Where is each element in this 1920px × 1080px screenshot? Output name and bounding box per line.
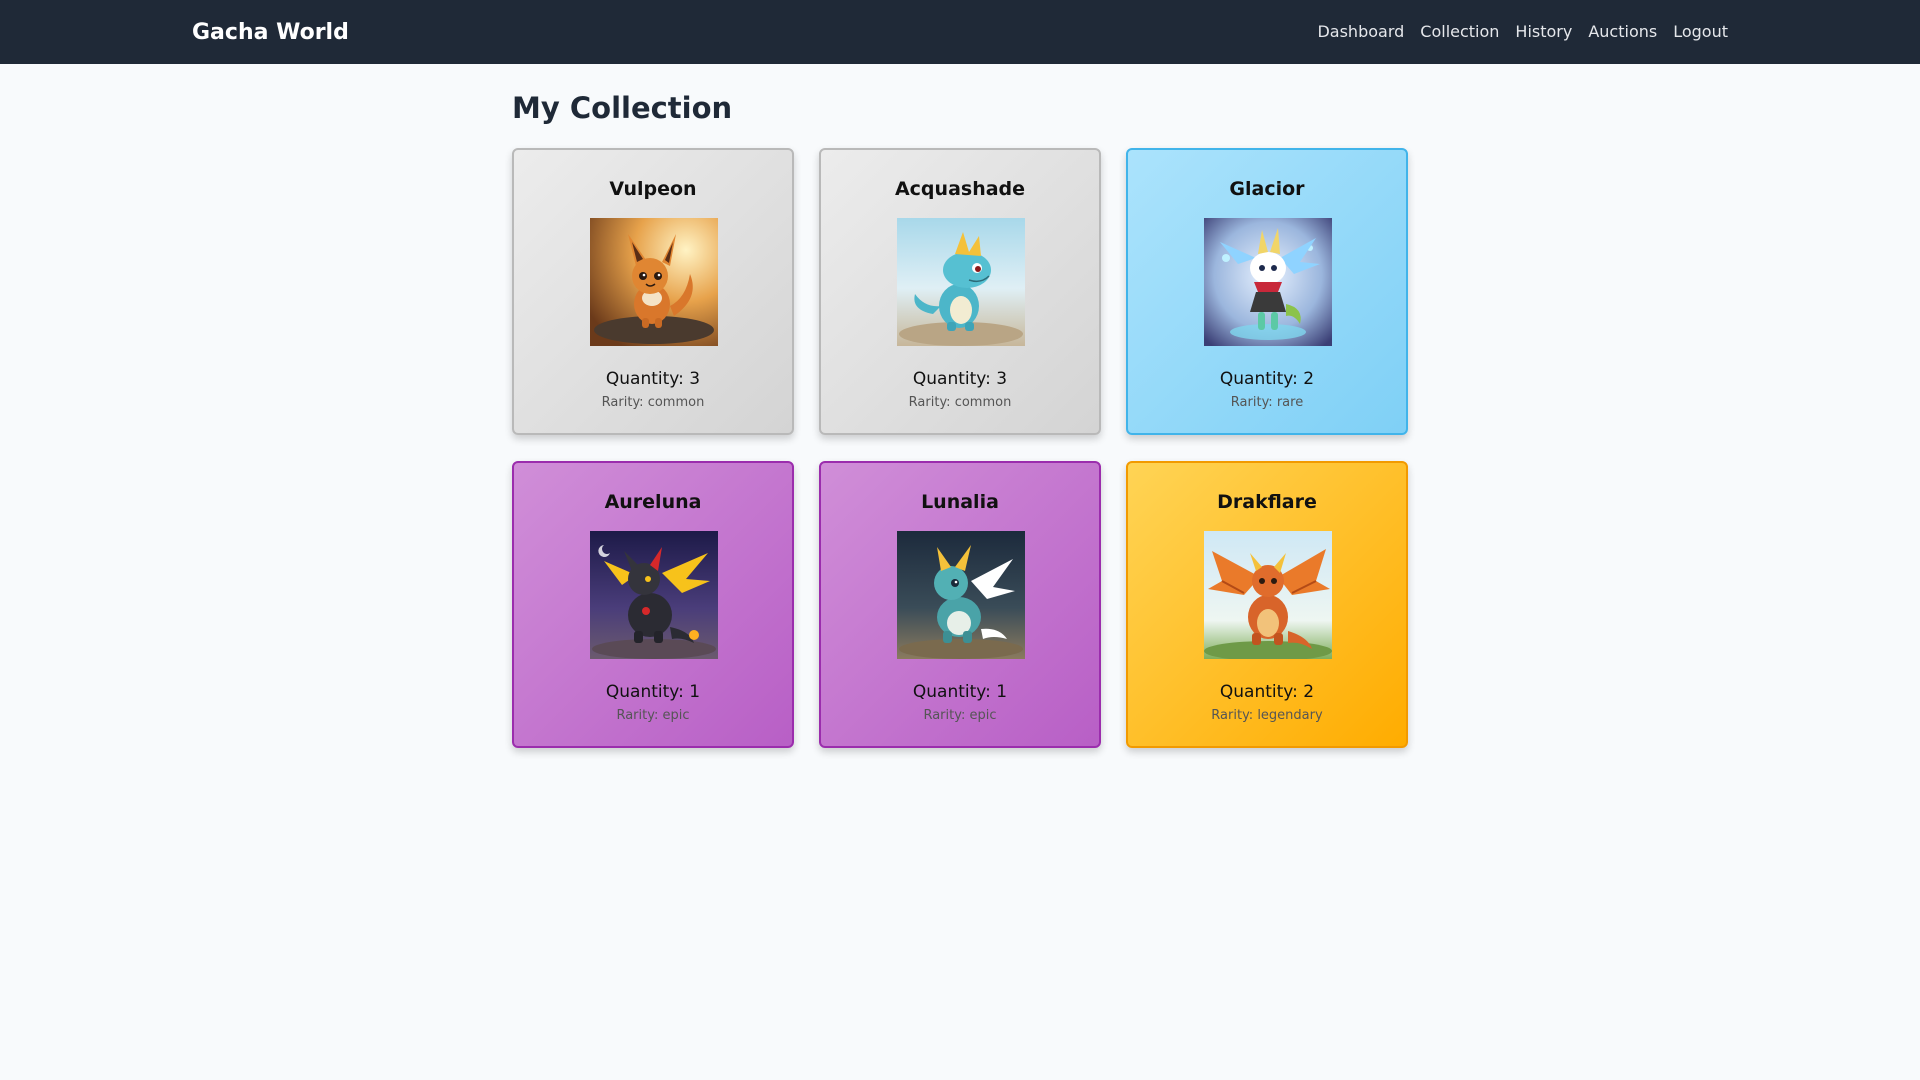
fire-dragon-creature-icon <box>1204 531 1332 659</box>
collection-card-glacior[interactable]: Glacior Quantity: 2 Rarity: rare <box>1126 148 1408 435</box>
card-quantity: Quantity: 1 <box>912 682 1008 702</box>
collection-card-vulpeon[interactable]: Vulpeon Quantity: 3 Rarity: common <box>512 148 794 435</box>
card-rarity: Rarity: common <box>908 395 1012 410</box>
card-rarity: Rarity: rare <box>1230 395 1304 410</box>
card-quantity: Quantity: 3 <box>912 369 1008 389</box>
nav-link-collection[interactable]: Collection <box>1420 20 1499 44</box>
card-rarity: Rarity: legendary <box>1211 708 1323 723</box>
ice-sprite-creature-icon <box>1204 218 1332 346</box>
nav-links: Dashboard Collection History Auctions Lo… <box>1317 20 1728 44</box>
card-name: Drakflare <box>1217 491 1317 513</box>
fox-creature-icon <box>590 218 718 346</box>
collection-card-drakflare[interactable]: Drakflare Quantity: 2 Rarity: legendary <box>1126 461 1408 748</box>
brand-logo-text[interactable]: Gacha World <box>192 19 349 47</box>
collection-grid: Vulpeon Quantity: 3 Rarity: common Acqua… <box>512 148 1408 748</box>
card-quantity: Quantity: 2 <box>1219 369 1315 389</box>
card-name: Aureluna <box>604 491 702 513</box>
card-quantity: Quantity: 1 <box>605 682 701 702</box>
card-name: Glacior <box>1229 178 1305 200</box>
card-rarity: Rarity: epic <box>616 708 690 723</box>
card-quantity: Quantity: 2 <box>1219 682 1315 702</box>
page-title: My Collection <box>512 91 733 125</box>
collection-card-lunalia[interactable]: Lunalia Quantity: 1 Rarity: epic <box>819 461 1101 748</box>
collection-card-acquashade[interactable]: Acquashade Quantity: 3 Rarity: common <box>819 148 1101 435</box>
card-rarity: Rarity: common <box>601 395 705 410</box>
card-name: Vulpeon <box>609 178 697 200</box>
dark-dragon-creature-icon <box>590 531 718 659</box>
nav-link-dashboard[interactable]: Dashboard <box>1317 20 1404 44</box>
water-dino-creature-icon <box>897 218 1025 346</box>
nav-link-history[interactable]: History <box>1515 20 1572 44</box>
card-name: Acquashade <box>894 178 1026 200</box>
nav-link-logout[interactable]: Logout <box>1673 20 1728 44</box>
card-rarity: Rarity: epic <box>923 708 997 723</box>
nav-link-auctions[interactable]: Auctions <box>1588 20 1657 44</box>
teal-dragon-creature-icon <box>897 531 1025 659</box>
card-quantity: Quantity: 3 <box>605 369 701 389</box>
top-navbar: Gacha World Dashboard Collection History… <box>0 0 1920 64</box>
card-name: Lunalia <box>921 491 999 513</box>
collection-card-aureluna[interactable]: Aureluna Quantity: 1 Rarity: epic <box>512 461 794 748</box>
